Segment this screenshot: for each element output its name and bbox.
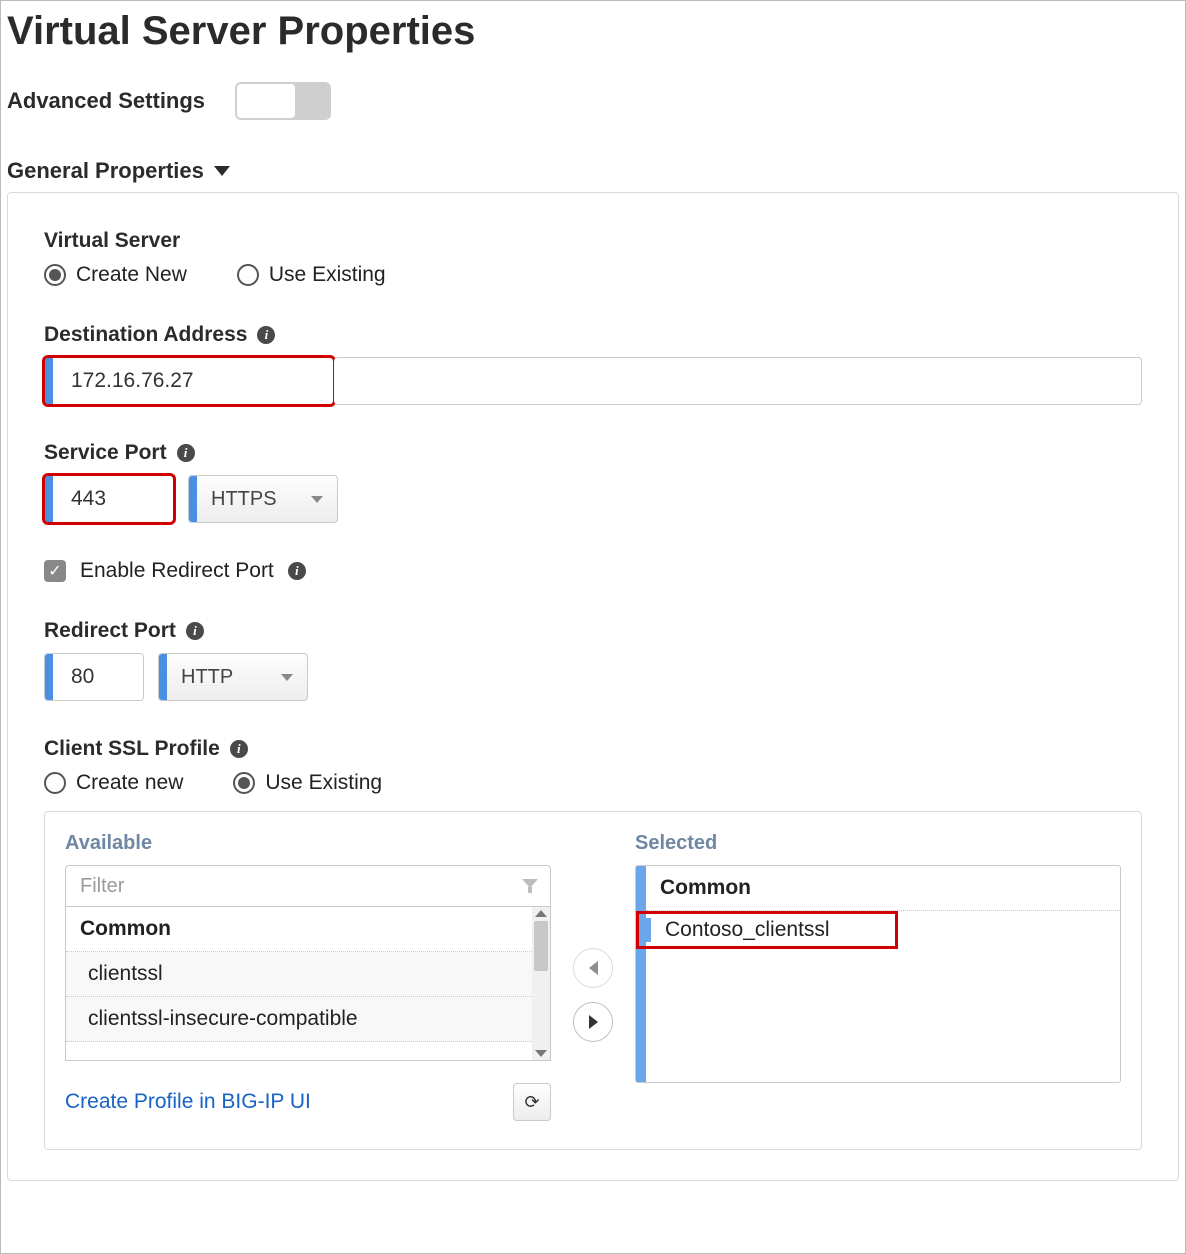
service-port-value: 443 <box>53 476 173 522</box>
refresh-icon: ⟳ <box>524 1092 539 1113</box>
chevron-down-icon <box>311 496 323 503</box>
chevron-down-icon <box>281 674 293 681</box>
scroll-up-icon <box>535 910 547 917</box>
advanced-settings-toggle[interactable] <box>235 82 331 120</box>
input-accent-bar <box>636 866 646 1082</box>
radio-checked-icon <box>233 772 255 794</box>
list-item[interactable]: clientssl-insecure-compatible <box>66 997 532 1042</box>
destination-address-input[interactable]: 172.16.76.27 <box>44 357 334 405</box>
input-accent-bar <box>45 654 53 700</box>
radio-unchecked-icon <box>237 264 259 286</box>
service-port-input[interactable]: 443 <box>44 475 174 523</box>
available-group-header: Common <box>66 907 532 952</box>
info-icon[interactable]: i <box>288 562 306 580</box>
vs-use-existing-text: Use Existing <box>269 263 386 287</box>
general-properties-header[interactable]: General Properties <box>7 158 1179 184</box>
client-ssl-profile-label: Client SSL Profile <box>44 737 220 761</box>
available-filter-input[interactable] <box>78 874 522 899</box>
ssl-profile-picker: Available Common clientssl clientssl-ins… <box>44 811 1142 1150</box>
destination-address-ext[interactable] <box>334 357 1142 405</box>
redirect-port-input[interactable]: 80 <box>44 653 144 701</box>
ssl-create-new-text: Create new <box>76 771 183 795</box>
radio-checked-icon <box>44 264 66 286</box>
input-accent-bar <box>159 654 167 700</box>
ssl-use-existing-radio[interactable]: Use Existing <box>233 771 382 795</box>
available-title: Available <box>65 832 551 855</box>
section-label: General Properties <box>7 158 204 184</box>
toggle-knob <box>237 84 295 118</box>
ssl-use-existing-text: Use Existing <box>265 771 382 795</box>
scroll-thumb[interactable] <box>534 921 548 971</box>
scrollbar[interactable] <box>532 907 550 1060</box>
triangle-left-icon <box>589 961 598 975</box>
redirect-port-label: Redirect Port <box>44 619 176 643</box>
destination-address-value: 172.16.76.27 <box>53 358 333 404</box>
vs-use-existing-radio[interactable]: Use Existing <box>237 263 386 287</box>
create-profile-link[interactable]: Create Profile in BIG-IP UI <box>65 1090 311 1114</box>
move-left-button[interactable] <box>573 948 613 988</box>
list-item[interactable]: clientssl <box>66 952 532 997</box>
redirect-port-protocol-value: HTTP <box>181 666 233 689</box>
caret-down-icon <box>214 166 230 176</box>
info-icon[interactable]: i <box>230 740 248 758</box>
radio-unchecked-icon <box>44 772 66 794</box>
page-title: Virtual Server Properties <box>7 9 1179 54</box>
service-port-protocol-select[interactable]: HTTPS <box>188 475 338 523</box>
selected-highlight: Contoso_clientssl <box>636 911 898 949</box>
vs-create-new-radio[interactable]: Create New <box>44 263 187 287</box>
move-right-button[interactable] <box>573 1002 613 1042</box>
service-port-protocol-value: HTTPS <box>211 488 277 511</box>
virtual-server-label: Virtual Server <box>44 229 1142 253</box>
service-port-label: Service Port <box>44 441 167 465</box>
redirect-port-protocol-select[interactable]: HTTP <box>158 653 308 701</box>
input-accent-bar <box>45 358 53 404</box>
enable-redirect-label: Enable Redirect Port <box>80 559 274 583</box>
triangle-right-icon <box>589 1015 598 1029</box>
selected-group-header: Common <box>646 866 1120 911</box>
scroll-down-icon <box>535 1050 547 1057</box>
available-listbox[interactable]: Common clientssl clientssl-insecure-comp… <box>65 907 551 1061</box>
info-icon[interactable]: i <box>257 326 275 344</box>
vs-create-new-text: Create New <box>76 263 187 287</box>
input-accent-bar <box>45 476 53 522</box>
available-filter[interactable] <box>65 865 551 907</box>
info-icon[interactable]: i <box>177 444 195 462</box>
destination-address-label: Destination Address <box>44 323 247 347</box>
list-item[interactable]: Contoso_clientssl <box>665 918 830 942</box>
selected-title: Selected <box>635 832 1121 855</box>
info-icon[interactable]: i <box>186 622 204 640</box>
general-properties-panel: Virtual Server Create New Use Existing D… <box>7 192 1179 1181</box>
ssl-create-new-radio[interactable]: Create new <box>44 771 183 795</box>
input-accent-bar <box>189 476 197 522</box>
selected-listbox[interactable]: Common Contoso_clientssl <box>635 865 1121 1083</box>
advanced-settings-label: Advanced Settings <box>7 88 205 114</box>
enable-redirect-checkbox[interactable]: ✓ <box>44 560 66 582</box>
refresh-button[interactable]: ⟳ <box>513 1083 551 1121</box>
filter-icon <box>522 879 538 893</box>
redirect-port-value: 80 <box>53 654 143 700</box>
input-accent-bar <box>643 918 651 942</box>
